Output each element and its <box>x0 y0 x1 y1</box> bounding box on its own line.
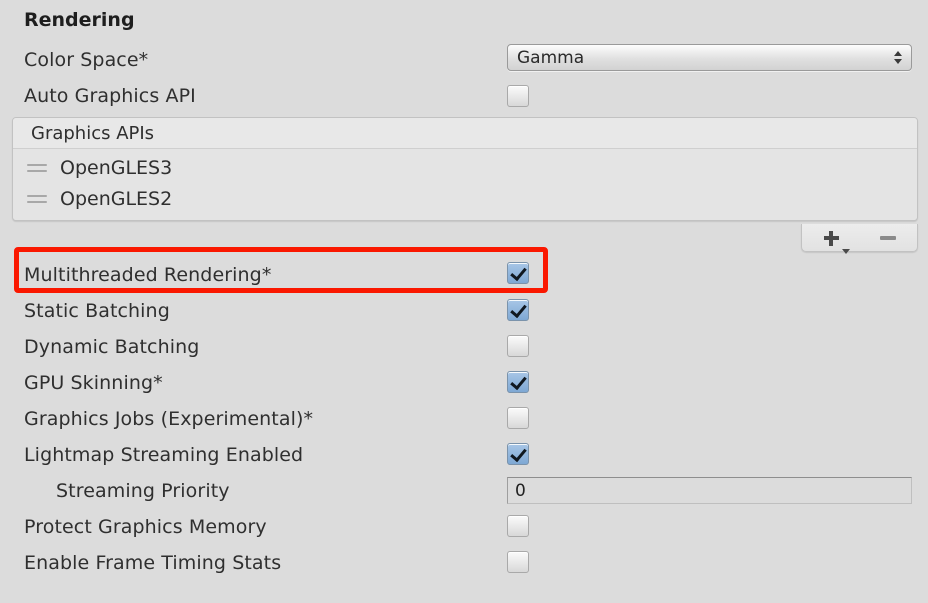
row-multithreaded-rendering: Multithreaded Rendering* <box>0 257 928 293</box>
multithreaded-rendering-checkbox[interactable] <box>507 262 529 284</box>
dynamic-batching-checkbox[interactable] <box>507 335 529 357</box>
graphics-apis-list-body: OpenGLES3 OpenGLES2 <box>13 149 917 220</box>
minus-icon <box>880 235 897 240</box>
gpu-skinning-checkbox-wrap[interactable] <box>507 371 529 397</box>
protect-graphics-memory-label: Protect Graphics Memory <box>24 516 267 538</box>
color-space-dropdown[interactable]: Gamma <box>507 44 912 71</box>
list-item-label: OpenGLES2 <box>60 187 173 210</box>
static-batching-checkbox[interactable] <box>507 299 529 321</box>
row-lightmap-streaming: Lightmap Streaming Enabled <box>0 437 928 473</box>
dynamic-batching-checkbox-wrap[interactable] <box>507 335 529 361</box>
row-dynamic-batching: Dynamic Batching <box>0 329 928 365</box>
drag-handle-icon[interactable] <box>27 193 47 205</box>
protect-graphics-memory-checkbox[interactable] <box>507 515 529 537</box>
color-space-label: Color Space* <box>24 49 149 71</box>
row-gpu-skinning: GPU Skinning* <box>0 365 928 401</box>
enable-frame-timing-stats-checkbox[interactable] <box>507 551 529 573</box>
protect-graphics-memory-checkbox-wrap[interactable] <box>507 515 529 541</box>
enable-frame-timing-stats-checkbox-wrap[interactable] <box>507 551 529 577</box>
graphics-apis-list-toolbar <box>801 224 918 254</box>
auto-graphics-api-checkbox-wrap[interactable] <box>507 85 529 111</box>
streaming-priority-label: Streaming Priority <box>56 480 230 502</box>
row-enable-frame-timing-stats: Enable Frame Timing Stats <box>0 545 928 581</box>
page-title: Rendering <box>24 9 135 31</box>
dynamic-batching-label: Dynamic Batching <box>24 336 200 358</box>
rendering-settings-panel: Rendering Color Space* Gamma Auto Graphi… <box>0 0 928 603</box>
chevron-updown-icon <box>887 45 909 70</box>
row-graphics-jobs: Graphics Jobs (Experimental)* <box>0 401 928 437</box>
streaming-priority-input[interactable]: 0 <box>507 477 912 504</box>
multithreaded-rendering-label: Multithreaded Rendering* <box>24 264 272 286</box>
graphics-apis-list: Graphics APIs OpenGLES3 OpenGLES2 <box>12 117 918 221</box>
remove-graphics-api-button[interactable] <box>868 225 908 251</box>
streaming-priority-value: 0 <box>515 480 526 501</box>
graphics-jobs-label: Graphics Jobs (Experimental)* <box>24 408 314 430</box>
lightmap-streaming-checkbox[interactable] <box>507 443 529 465</box>
row-protect-graphics-memory: Protect Graphics Memory <box>0 509 928 545</box>
lightmap-streaming-label: Lightmap Streaming Enabled <box>24 444 304 466</box>
graphics-jobs-checkbox[interactable] <box>507 407 529 429</box>
static-batching-label: Static Batching <box>24 300 170 322</box>
add-graphics-api-button[interactable] <box>811 225 851 254</box>
gpu-skinning-checkbox[interactable] <box>507 371 529 393</box>
lightmap-streaming-checkbox-wrap[interactable] <box>507 443 529 469</box>
color-space-value: Gamma <box>517 47 585 68</box>
graphics-apis-list-header: Graphics APIs <box>13 118 917 149</box>
static-batching-checkbox-wrap[interactable] <box>507 299 529 325</box>
graphics-jobs-checkbox-wrap[interactable] <box>507 407 529 433</box>
gpu-skinning-label: GPU Skinning* <box>24 372 163 394</box>
plus-icon <box>823 230 839 246</box>
auto-graphics-api-label: Auto Graphics API <box>24 85 196 107</box>
list-item[interactable]: OpenGLES2 <box>13 183 917 214</box>
multithreaded-rendering-checkbox-wrap[interactable] <box>507 262 529 288</box>
graphics-apis-header-label: Graphics APIs <box>31 122 155 144</box>
auto-graphics-api-checkbox[interactable] <box>507 85 529 107</box>
enable-frame-timing-stats-label: Enable Frame Timing Stats <box>24 552 282 574</box>
chevron-down-icon <box>841 248 850 254</box>
row-auto-graphics-api: Auto Graphics API <box>0 78 928 114</box>
drag-handle-icon[interactable] <box>27 162 47 174</box>
list-item[interactable]: OpenGLES3 <box>13 152 917 183</box>
row-static-batching: Static Batching <box>0 293 928 329</box>
list-item-label: OpenGLES3 <box>60 156 173 179</box>
